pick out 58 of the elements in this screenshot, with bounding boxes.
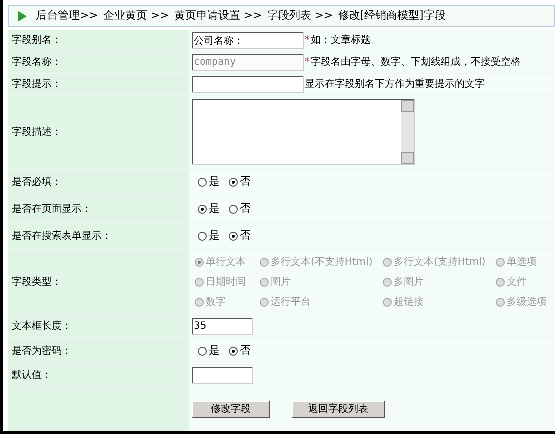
radio-label: 运行平台 [271,296,311,310]
radio-button[interactable] [198,346,207,356]
radio-label: 否 [240,228,251,244]
radio-label: 多图片 [394,276,424,290]
field-label: 字段类型： [12,276,62,290]
text-input[interactable]: 35 [192,318,253,335]
field-label: 字段提示： [12,78,62,92]
radio-button[interactable] [229,346,238,356]
radio-label: 是 [209,342,220,359]
radio-label: 是 [209,200,220,217]
radio-label: 否 [240,174,251,190]
field-label: 文本框长度： [12,320,72,334]
radio-label: 否 [240,200,251,217]
field-label: 字段名称： [12,56,62,70]
text-input[interactable]: 公司名称： [192,32,304,49]
text-input[interactable] [192,367,253,384]
radio-button[interactable] [198,232,207,240]
text-input[interactable] [192,76,304,93]
radio-label: 单选项 [507,256,537,270]
radio-label: 否 [240,342,251,359]
play-icon [17,10,27,22]
hint-text: 显示在字段别名下方作为重要提示的文字 [305,78,485,92]
radio-label: 多级选项 [507,296,547,310]
hint-text: 如：文章标题 [311,34,371,48]
field-label: 是否必填： [12,176,62,190]
breadcrumb-link[interactable]: 黄页申请设置 >> [174,8,262,24]
radio-button[interactable] [229,178,238,186]
radio-label: 超链接 [394,296,424,310]
radio-label: 多行文本(支持Html) [394,256,486,270]
radio-label: 文件 [507,276,527,290]
radio-button[interactable] [198,204,207,214]
radio-label: 是 [209,228,220,244]
form-button[interactable]: 修改字段 [192,401,270,418]
breadcrumb-link[interactable]: 字段列表 >> [267,8,334,24]
required-mark: * [305,34,310,48]
field-label: 是否在页面显示： [12,202,92,216]
breadcrumb-link[interactable]: 修改[经销商模型]字段 [338,8,446,24]
form-button[interactable]: 返回字段列表 [292,401,385,418]
radio-label: 是 [209,174,220,190]
textarea[interactable] [192,99,415,165]
field-label: 是否在搜索表单显示： [12,230,112,244]
hint-text: 字段名由字母、数字、下划线组成，不接受空格 [311,56,521,70]
radio-button[interactable] [229,204,238,214]
breadcrumb-link[interactable]: 后台管理>> [36,8,98,24]
field-label: 是否为密码： [12,344,72,358]
radio-label: 单行文本 [206,256,246,270]
required-mark: * [305,56,310,70]
radio-button[interactable] [229,232,238,240]
field-label: 字段别名： [12,34,62,48]
field-label: 字段描述： [12,126,62,140]
radio-label: 多行文本(不支持Html) [271,256,373,270]
scrollbar[interactable] [401,100,414,164]
radio-label: 日期时间 [206,276,246,290]
field-label: 默认值： [12,369,52,383]
radio-label: 图片 [271,276,291,290]
breadcrumb-link[interactable]: 企业黄页 >> [103,8,170,24]
radio-button[interactable] [198,178,207,186]
radio-label: 数字 [206,296,226,310]
